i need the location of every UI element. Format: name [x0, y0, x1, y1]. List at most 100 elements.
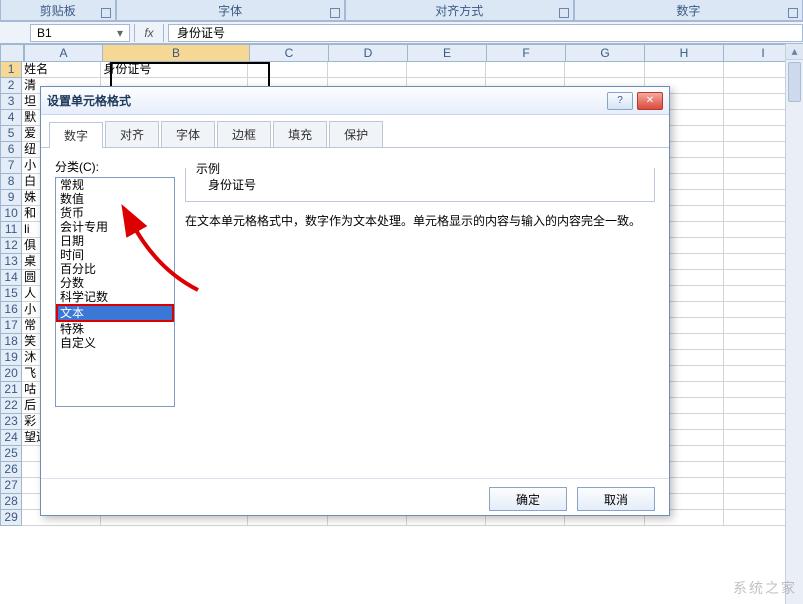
- row-header[interactable]: 14: [0, 270, 22, 286]
- row-header[interactable]: 5: [0, 126, 22, 142]
- category-item[interactable]: 日期: [56, 234, 174, 248]
- category-item[interactable]: 特殊: [56, 322, 174, 336]
- ribbon-label: 数字: [676, 2, 700, 19]
- row-header[interactable]: 11: [0, 222, 22, 238]
- dialog-titlebar[interactable]: 设置单元格格式 ? ✕: [41, 87, 669, 115]
- row-header[interactable]: 29: [0, 510, 22, 526]
- dialog-buttons: 确定 取消: [41, 478, 669, 519]
- row-header[interactable]: 9: [0, 190, 22, 206]
- cancel-button[interactable]: 取消: [577, 487, 655, 511]
- fx-button[interactable]: fx: [139, 26, 159, 40]
- tab-保护[interactable]: 保护: [329, 121, 383, 147]
- row-header[interactable]: 16: [0, 302, 22, 318]
- row-header[interactable]: 24: [0, 430, 22, 446]
- row-header[interactable]: 19: [0, 350, 22, 366]
- ok-button[interactable]: 确定: [489, 487, 567, 511]
- expand-icon[interactable]: [330, 8, 340, 18]
- column-header[interactable]: B: [103, 44, 250, 62]
- ribbon-groups: 剪贴板 字体 对齐方式 数字: [0, 0, 803, 22]
- category-item[interactable]: 百分比: [56, 262, 174, 276]
- ribbon-label: 字体: [218, 2, 242, 19]
- expand-icon[interactable]: [559, 8, 569, 18]
- row-header[interactable]: 22: [0, 398, 22, 414]
- tab-填充[interactable]: 填充: [273, 121, 327, 147]
- row-header[interactable]: 12: [0, 238, 22, 254]
- row-header[interactable]: 20: [0, 366, 22, 382]
- column-header[interactable]: H: [645, 44, 724, 62]
- ribbon-label: 对齐方式: [435, 2, 483, 19]
- column-header[interactable]: E: [408, 44, 487, 62]
- ribbon-label: 剪贴板: [40, 2, 76, 19]
- row-header[interactable]: 6: [0, 142, 22, 158]
- row-header[interactable]: 13: [0, 254, 22, 270]
- category-item[interactable]: 自定义: [56, 336, 174, 350]
- sample-label: 示例: [192, 160, 224, 177]
- category-item[interactable]: 常规: [56, 178, 174, 192]
- sample-box: 示例 身份证号: [185, 168, 655, 202]
- cell[interactable]: 身份证号: [101, 62, 248, 78]
- row-header[interactable]: 1: [0, 62, 22, 78]
- row-header[interactable]: 28: [0, 494, 22, 510]
- column-header[interactable]: A: [24, 44, 103, 62]
- column-header[interactable]: F: [487, 44, 566, 62]
- name-box[interactable]: B1 ▾: [30, 24, 130, 42]
- row-header[interactable]: 27: [0, 478, 22, 494]
- row-header[interactable]: 8: [0, 174, 22, 190]
- row-header[interactable]: 18: [0, 334, 22, 350]
- row-header[interactable]: 15: [0, 286, 22, 302]
- tab-边框[interactable]: 边框: [217, 121, 271, 147]
- category-item[interactable]: 时间: [56, 248, 174, 262]
- format-description: 在文本单元格格式中，数字作为文本处理。单元格显示的内容与输入的内容完全一致。: [185, 212, 655, 230]
- cell[interactable]: [248, 62, 327, 78]
- watermark: 系统之家: [733, 578, 797, 598]
- row-header[interactable]: 2: [0, 78, 22, 94]
- cell[interactable]: [486, 62, 565, 78]
- tab-对齐[interactable]: 对齐: [105, 121, 159, 147]
- column-header[interactable]: C: [250, 44, 329, 62]
- select-all-corner[interactable]: [0, 44, 24, 62]
- category-item[interactable]: 分数: [56, 276, 174, 290]
- row-header[interactable]: 26: [0, 462, 22, 478]
- scroll-up-icon[interactable]: ▴: [786, 44, 803, 60]
- ribbon-group-number[interactable]: 数字: [574, 0, 803, 21]
- row-header[interactable]: 17: [0, 318, 22, 334]
- dropdown-icon[interactable]: ▾: [117, 26, 123, 40]
- category-item[interactable]: 文本: [56, 304, 174, 322]
- dialog-tabs: 数字对齐字体边框填充保护: [41, 115, 669, 148]
- cell[interactable]: 姓名: [22, 62, 101, 78]
- column-header[interactable]: G: [566, 44, 645, 62]
- vertical-scrollbar[interactable]: ▴: [785, 44, 803, 604]
- close-button[interactable]: ✕: [637, 92, 663, 110]
- tab-数字[interactable]: 数字: [49, 122, 103, 148]
- row-header[interactable]: 3: [0, 94, 22, 110]
- row-header[interactable]: 4: [0, 110, 22, 126]
- expand-icon[interactable]: [788, 8, 798, 18]
- column-headers: ABCDEFGHI: [24, 44, 803, 62]
- help-button[interactable]: ?: [607, 92, 633, 110]
- row-header[interactable]: 23: [0, 414, 22, 430]
- expand-icon[interactable]: [101, 8, 111, 18]
- category-label: 分类(C):: [55, 158, 185, 175]
- category-item[interactable]: 会计专用: [56, 220, 174, 234]
- cell[interactable]: [328, 62, 407, 78]
- row-header[interactable]: 10: [0, 206, 22, 222]
- ribbon-group-font[interactable]: 字体: [116, 0, 345, 21]
- ribbon-group-clipboard[interactable]: 剪贴板: [0, 0, 116, 21]
- row-header[interactable]: 25: [0, 446, 22, 462]
- category-item[interactable]: 科学记数: [56, 290, 174, 304]
- cell[interactable]: [645, 62, 724, 78]
- cell[interactable]: [407, 62, 486, 78]
- format-cells-dialog: 设置单元格格式 ? ✕ 数字对齐字体边框填充保护 分类(C): 常规数值货币会计…: [40, 86, 670, 516]
- row-header[interactable]: 7: [0, 158, 22, 174]
- formula-input[interactable]: 身份证号: [168, 24, 803, 42]
- category-item[interactable]: 货币: [56, 206, 174, 220]
- dialog-content: 分类(C): 常规数值货币会计专用日期时间百分比分数科学记数文本特殊自定义 示例…: [41, 148, 669, 478]
- category-item[interactable]: 数值: [56, 192, 174, 206]
- category-list[interactable]: 常规数值货币会计专用日期时间百分比分数科学记数文本特殊自定义: [55, 177, 175, 407]
- scroll-thumb[interactable]: [788, 62, 801, 102]
- row-header[interactable]: 21: [0, 382, 22, 398]
- ribbon-group-align[interactable]: 对齐方式: [345, 0, 574, 21]
- tab-字体[interactable]: 字体: [161, 121, 215, 147]
- column-header[interactable]: D: [329, 44, 408, 62]
- cell[interactable]: [565, 62, 644, 78]
